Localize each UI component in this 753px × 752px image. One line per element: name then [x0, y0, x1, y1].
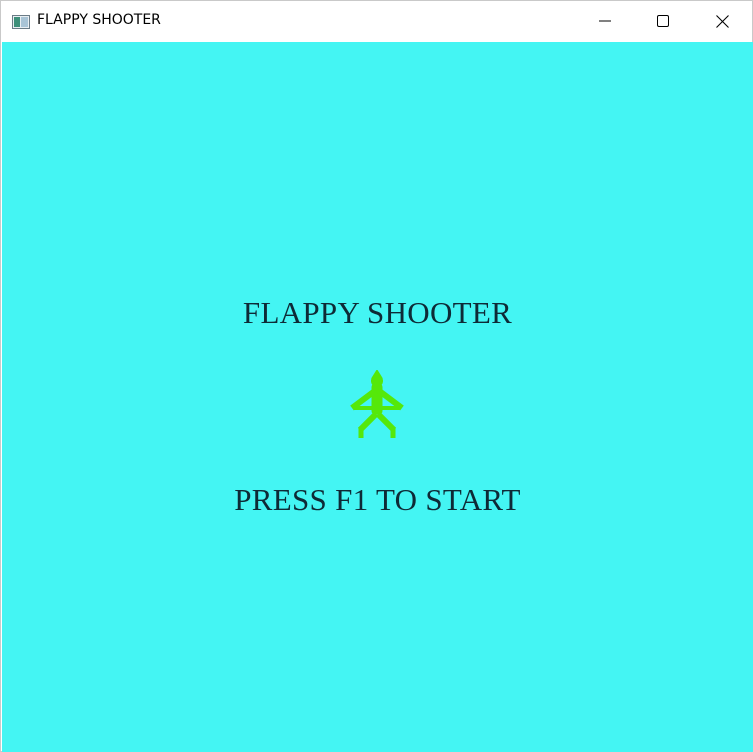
app-window: FLAPPY SHOOTER FLAPPY SHOOTER PRESS F1 T… — [0, 0, 753, 752]
close-icon — [715, 14, 729, 28]
game-title: FLAPPY SHOOTER — [242, 295, 513, 330]
minimize-icon — [599, 15, 611, 27]
maximize-button[interactable] — [634, 1, 692, 41]
minimize-button[interactable] — [576, 1, 634, 41]
stick-figure-player-icon — [346, 369, 408, 442]
close-button[interactable] — [693, 1, 751, 41]
window-title: FLAPPY SHOOTER — [37, 12, 161, 28]
game-canvas[interactable]: FLAPPY SHOOTER PRESS F1 TO START — [2, 42, 753, 752]
start-prompt: PRESS F1 TO START — [234, 482, 521, 517]
title-bar[interactable]: FLAPPY SHOOTER — [1, 1, 752, 41]
maximize-icon — [657, 15, 669, 27]
app-window-icon — [12, 14, 30, 29]
